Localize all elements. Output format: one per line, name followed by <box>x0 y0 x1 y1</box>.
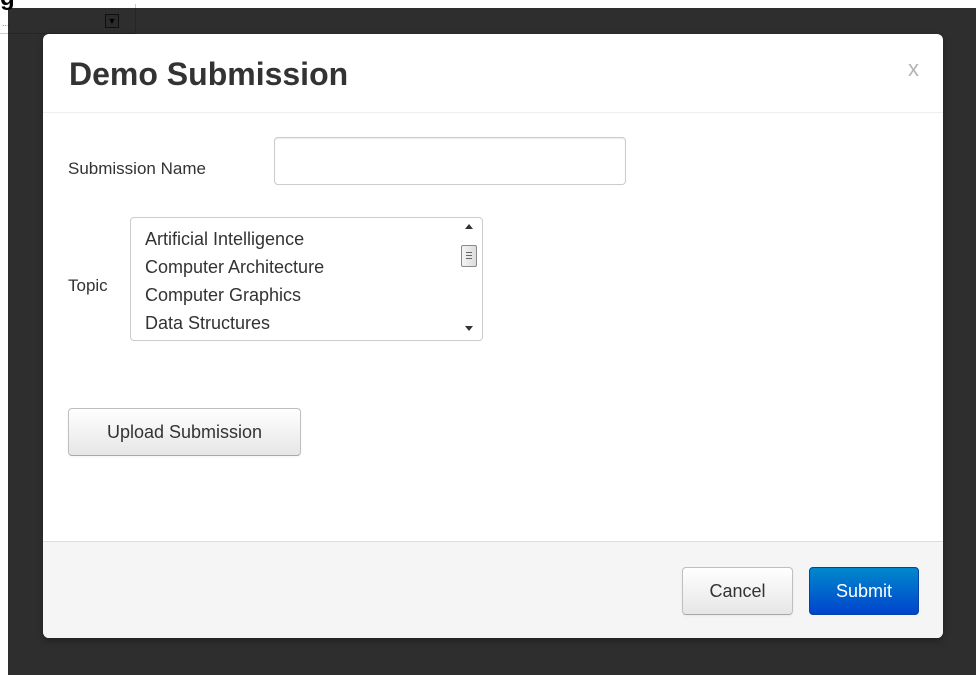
modal-header: Demo Submission x <box>43 34 943 113</box>
cancel-button[interactable]: Cancel <box>682 567 793 615</box>
topic-label: Topic <box>68 276 108 295</box>
close-icon[interactable]: x <box>908 56 919 82</box>
topic-option[interactable]: Artificial Intelligence <box>145 225 324 253</box>
scroll-up-arrow-icon[interactable] <box>465 224 473 229</box>
topic-options: Artificial Intelligence Computer Archite… <box>145 225 324 337</box>
modal-title: Demo Submission <box>69 56 349 92</box>
topic-option[interactable]: Computer Architecture <box>145 253 324 281</box>
demo-submission-modal: Demo Submission x Submission Name Topic … <box>43 34 943 638</box>
topic-option[interactable]: Data Structures <box>145 309 324 337</box>
scroll-down-arrow-icon[interactable] <box>465 326 473 331</box>
scroll-thumb[interactable] <box>461 245 477 267</box>
submission-name-input[interactable] <box>274 137 626 185</box>
topic-scrollbar[interactable] <box>457 219 481 339</box>
modal-footer: Cancel Submit <box>43 541 943 638</box>
topic-option[interactable]: Computer Graphics <box>145 281 324 309</box>
submission-name-label: Submission Name <box>68 159 206 178</box>
modal-body: Submission Name Topic Artificial Intelli… <box>43 113 943 541</box>
submit-button[interactable]: Submit <box>809 567 919 615</box>
topic-listbox[interactable]: Artificial Intelligence Computer Archite… <box>130 217 483 341</box>
upload-submission-button[interactable]: Upload Submission <box>68 408 301 456</box>
